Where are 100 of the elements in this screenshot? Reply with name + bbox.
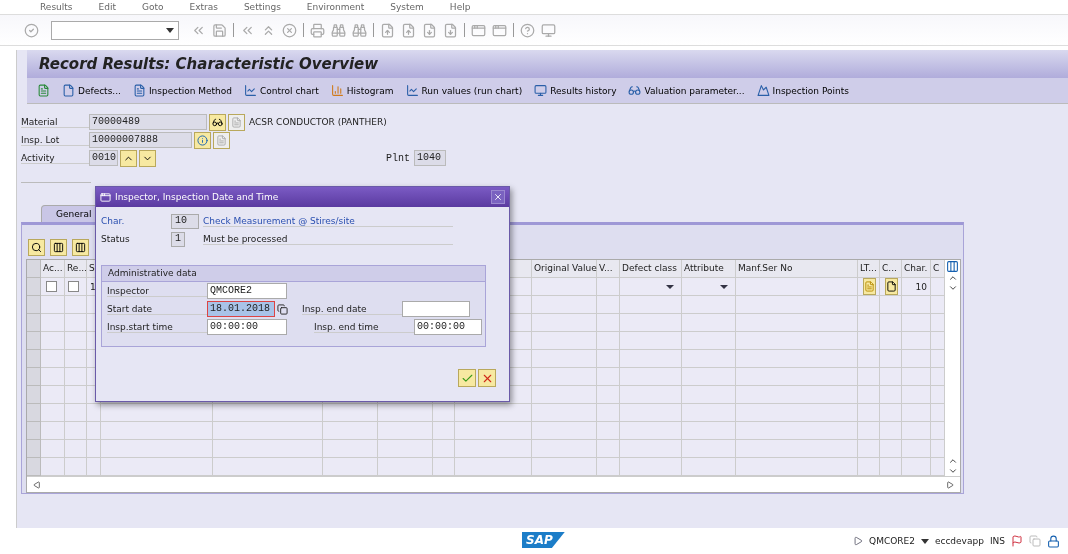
scroll-up-icon[interactable] (947, 456, 958, 466)
save-icon[interactable] (212, 22, 227, 38)
input-field[interactable]: 00:00:00 (414, 319, 482, 335)
row-selector[interactable] (27, 296, 41, 314)
row-selector[interactable] (27, 422, 41, 440)
table-cell (682, 386, 736, 404)
table-cell (902, 332, 931, 350)
column-header[interactable]: V... (597, 260, 620, 278)
toolbar-button[interactable]: Run values (run chart) (405, 84, 523, 97)
help-icon[interactable] (520, 22, 535, 38)
dropdown-cell[interactable] (620, 278, 682, 296)
close-button[interactable] (491, 190, 505, 204)
input-mode[interactable]: INS (989, 536, 1005, 546)
row-selector[interactable] (27, 404, 41, 422)
table-cell (858, 314, 880, 332)
cancel-icon[interactable] (282, 22, 297, 38)
menu-item[interactable]: Results (40, 1, 73, 13)
input-field[interactable]: 00:00:00 (207, 319, 287, 335)
select-all-button[interactable] (50, 239, 67, 256)
menu-item[interactable]: Extras (189, 1, 218, 13)
row-selector[interactable] (27, 278, 41, 296)
scroll-left-icon[interactable] (33, 480, 41, 489)
next-page-icon[interactable] (422, 22, 437, 38)
column-header[interactable]: Char. (902, 260, 931, 278)
enter-icon[interactable] (24, 22, 39, 38)
lock-icon[interactable] (1047, 534, 1060, 548)
document-button[interactable] (885, 278, 898, 295)
note-button[interactable] (863, 278, 876, 295)
input-field[interactable]: 18.01.2018 (207, 301, 275, 317)
material-field[interactable]: 70000489 (89, 114, 207, 130)
user-name[interactable]: QMCORE2 (869, 536, 915, 546)
last-page-icon[interactable] (443, 22, 458, 38)
input-field[interactable] (402, 301, 470, 317)
monitor-icon[interactable] (541, 22, 556, 38)
row-selector[interactable] (27, 314, 41, 332)
scroll-up-icon[interactable] (947, 273, 958, 283)
column-header[interactable]: C (931, 260, 945, 278)
document-icon[interactable] (37, 84, 50, 97)
document-icon (231, 116, 242, 128)
new-window-icon[interactable] (471, 22, 486, 38)
menu-item[interactable]: Help (449, 1, 471, 13)
menu-item[interactable]: Environment (306, 1, 365, 13)
glasses-button[interactable] (209, 113, 226, 131)
checkbox[interactable] (68, 281, 79, 292)
command-field[interactable] (51, 20, 179, 40)
toolbar-button[interactable]: Inspection Points (756, 84, 849, 97)
input-field[interactable]: QMCORE2 (207, 283, 287, 299)
toolbar-button[interactable]: Histogram (330, 84, 394, 97)
dropdown-arrow-icon[interactable] (166, 27, 174, 33)
table-cell (41, 422, 65, 440)
toolbar-button[interactable]: Results history (534, 84, 617, 97)
inspection-lot-field[interactable]: 10000007888 (89, 132, 192, 148)
shortcut-icon[interactable] (492, 22, 507, 38)
play-icon[interactable] (853, 536, 864, 546)
search-button[interactable] (28, 239, 45, 256)
search-icon[interactable] (331, 22, 346, 38)
toolbar-button[interactable]: Valuation parameter... (628, 84, 745, 97)
first-page-icon[interactable] (380, 22, 395, 38)
column-header[interactable]: C... (880, 260, 902, 278)
dropdown-arrow-icon[interactable] (920, 538, 929, 544)
menu-item[interactable]: Edit (98, 1, 116, 13)
cancel-button[interactable] (478, 369, 496, 387)
scroll-right-icon[interactable] (946, 480, 954, 489)
print-icon[interactable] (310, 22, 325, 38)
table-cell (597, 368, 620, 386)
toolbar-button[interactable]: Defects... (62, 84, 121, 97)
scroll-down-icon[interactable] (947, 466, 958, 476)
column-header[interactable]: Re... (65, 260, 87, 278)
column-header[interactable]: Attribute (682, 260, 736, 278)
toolbar-button[interactable]: Control chart (244, 84, 319, 97)
checkbox[interactable] (46, 281, 57, 292)
column-settings-icon[interactable] (946, 260, 959, 273)
toolbar-button[interactable]: Inspection Method (132, 84, 233, 97)
down-button[interactable] (139, 149, 156, 167)
row-selector[interactable] (27, 386, 41, 404)
search-next-icon[interactable] (352, 22, 367, 38)
row-selector[interactable] (27, 350, 41, 368)
column-header[interactable]: Ac... (41, 260, 65, 278)
menu-item[interactable]: Settings (243, 1, 281, 13)
table-cell (41, 386, 65, 404)
confirm-button[interactable] (458, 369, 476, 387)
column-header[interactable]: Manf.Ser No (736, 260, 858, 278)
row-selector[interactable] (27, 368, 41, 386)
up-button[interactable] (120, 149, 137, 167)
previous-page-icon[interactable] (401, 22, 416, 38)
menu-item[interactable]: Goto (141, 1, 164, 13)
menu-item[interactable]: System (390, 1, 424, 13)
deselect-all-button[interactable] (72, 239, 89, 256)
row-selector[interactable] (27, 440, 41, 458)
column-header[interactable]: Original Value (532, 260, 597, 278)
row-selector[interactable] (27, 332, 41, 350)
scroll-down-icon[interactable] (947, 283, 958, 293)
column-header[interactable]: Defect class (620, 260, 682, 278)
activity-field[interactable]: 0010 (89, 150, 118, 166)
flag-icon[interactable] (1011, 535, 1023, 547)
plant-field[interactable]: 1040 (414, 150, 446, 166)
table-cell (858, 368, 880, 386)
table-cell (532, 296, 597, 314)
dropdown-cell[interactable] (682, 278, 736, 296)
column-header[interactable]: LT... (858, 260, 880, 278)
